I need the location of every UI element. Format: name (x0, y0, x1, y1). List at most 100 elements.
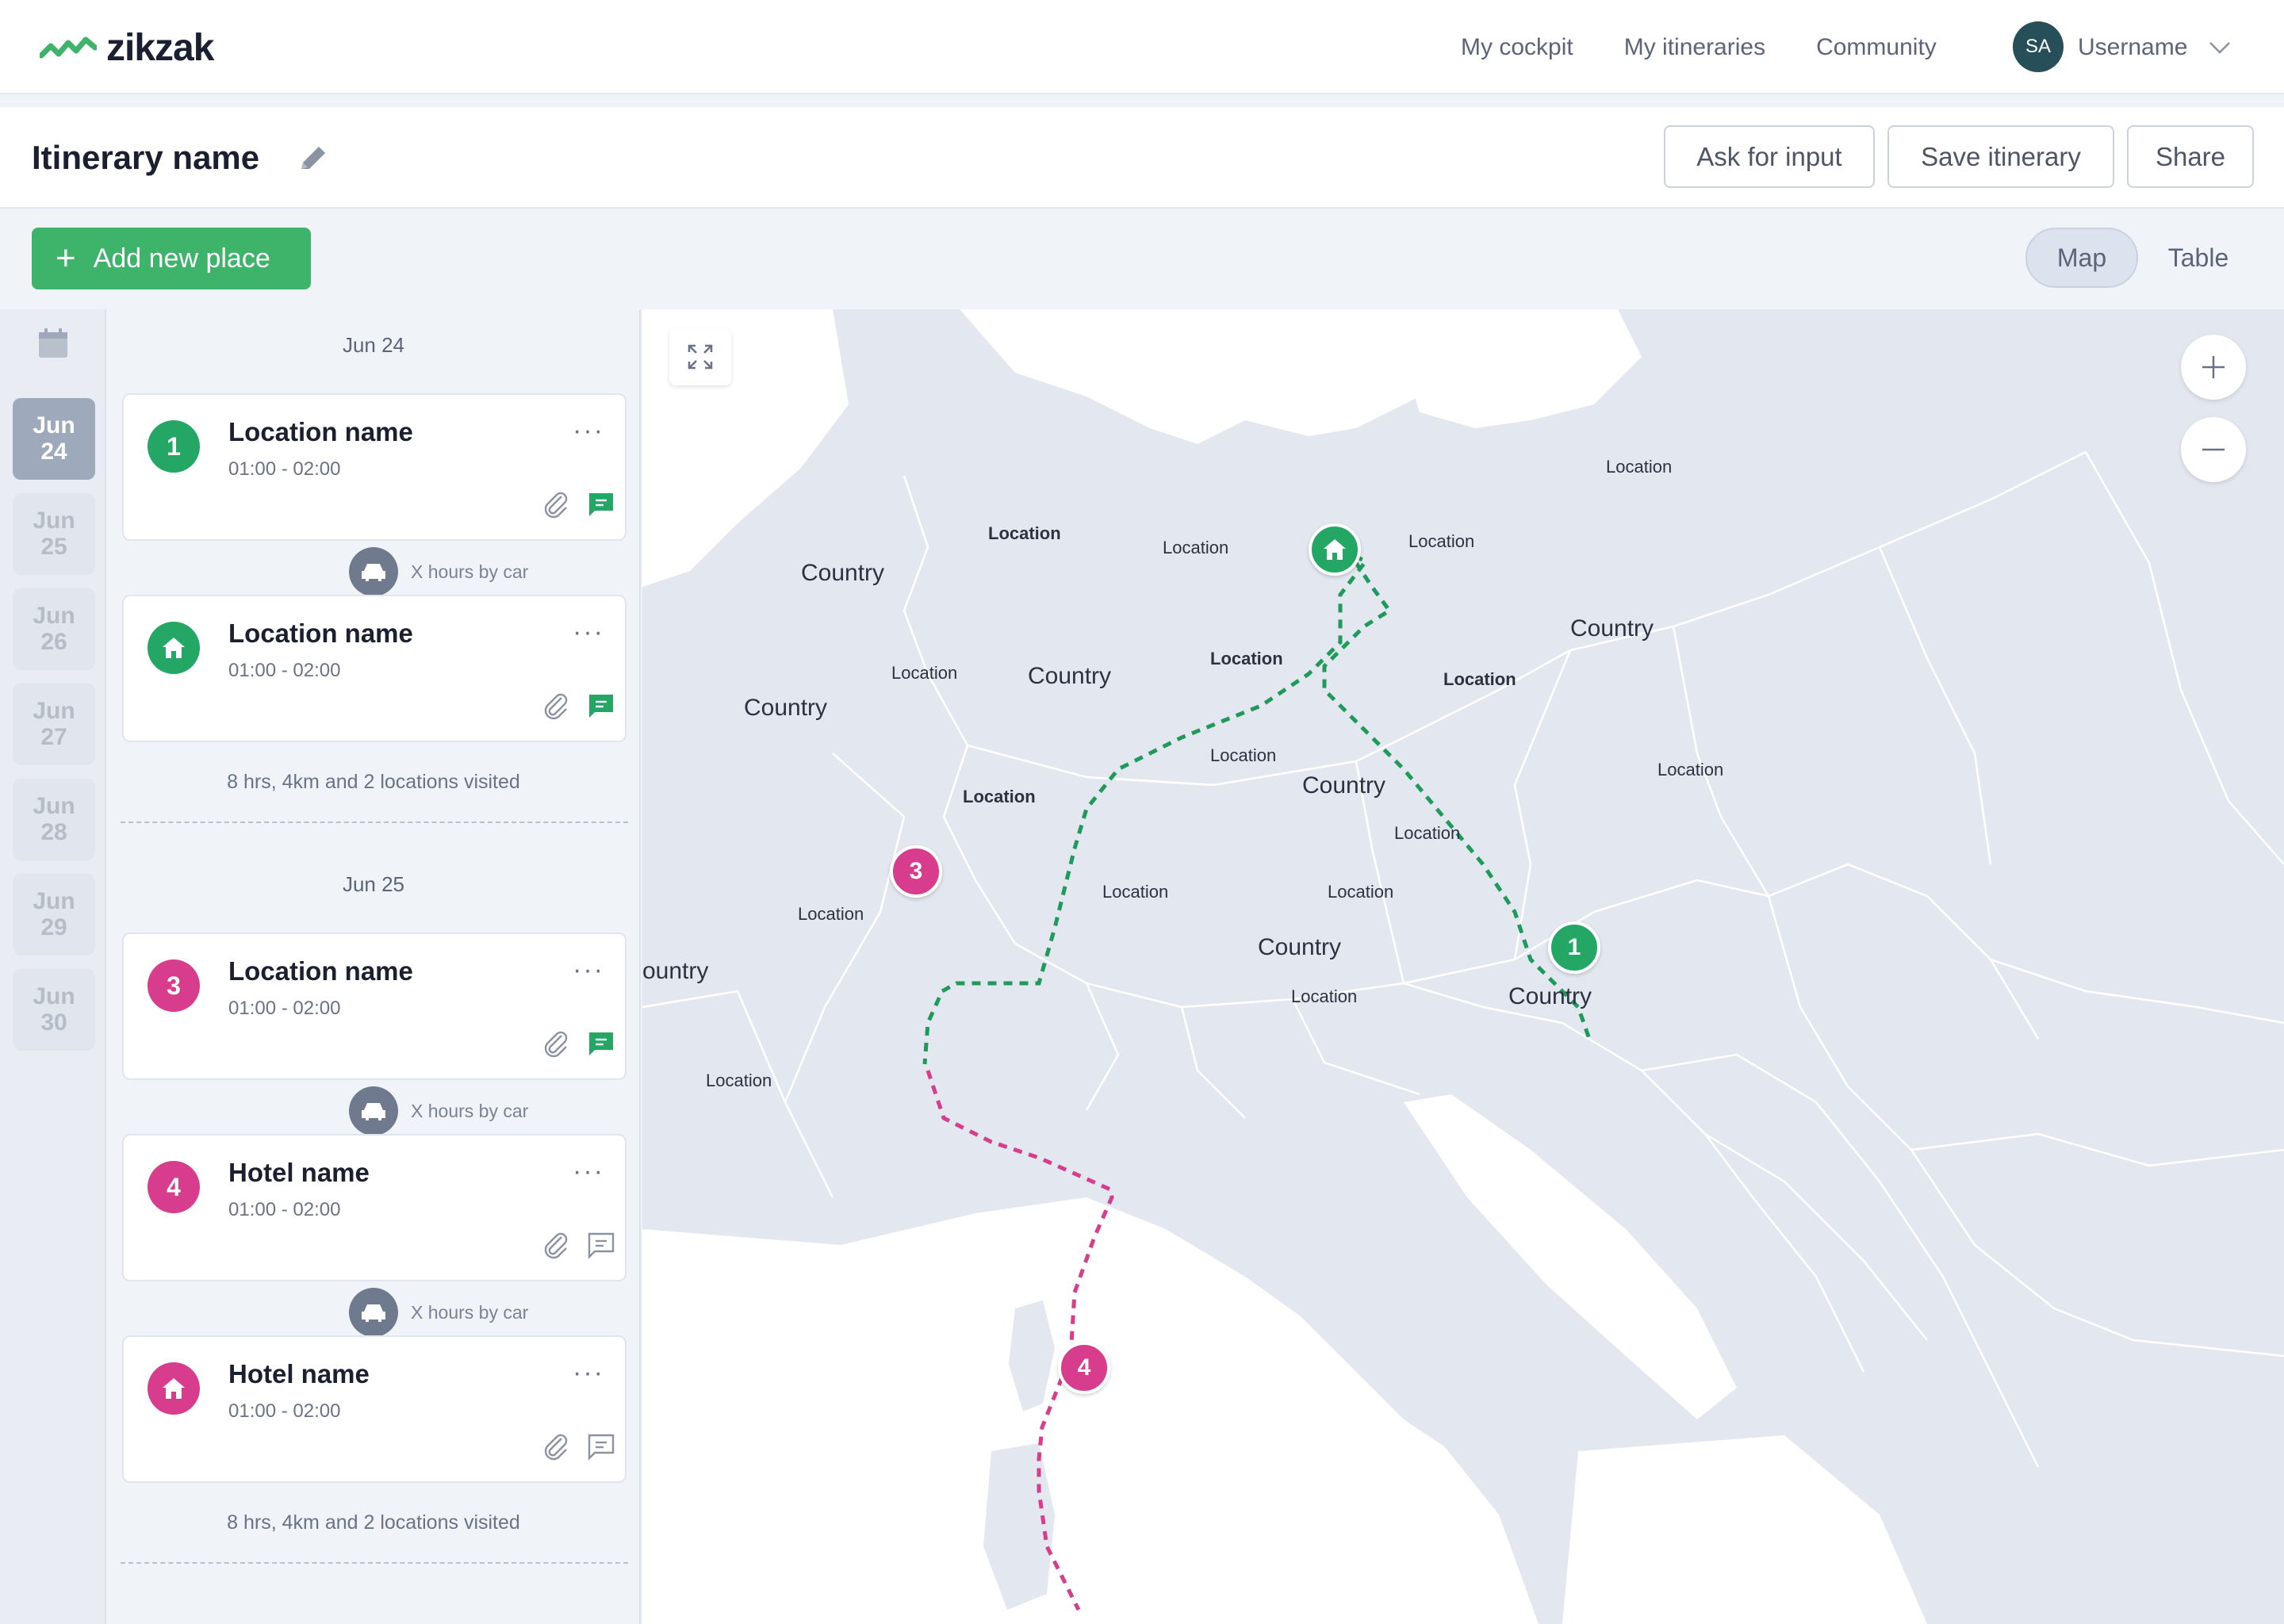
pencil-icon[interactable] (295, 140, 331, 177)
map-label-country[interactable]: Country (1258, 934, 1341, 961)
date-tab-month: Jun (33, 412, 75, 439)
travel-segment: X hours by car (349, 1086, 528, 1136)
map-label-location[interactable]: Location (1210, 745, 1276, 766)
map-label-location[interactable]: Location (1657, 760, 1723, 780)
map-label-location[interactable]: Location (1394, 823, 1460, 844)
place-card[interactable]: Hotel name 01:00 - 02:00 ··· (122, 1335, 627, 1483)
paperclip-icon[interactable] (541, 1028, 569, 1058)
place-card[interactable]: 3 Location name 01:00 - 02:00 ··· (122, 933, 627, 1080)
place-time: 01:00 - 02:00 (228, 1400, 341, 1422)
map-view[interactable]: Location Location Location Location Coun… (642, 309, 2284, 1624)
map-pin-1[interactable]: 1 (1548, 921, 1600, 974)
date-tab-jun-26[interactable]: Jun 26 (13, 588, 95, 670)
map-label-location[interactable]: Location (798, 904, 864, 925)
paperclip-icon[interactable] (541, 1229, 569, 1259)
place-badge: 4 (148, 1161, 200, 1213)
map-label-location[interactable]: Location (1328, 882, 1393, 902)
map-label-country[interactable]: Country (1302, 772, 1385, 799)
zoom-out-button[interactable] (2181, 417, 2246, 482)
nav-link-community[interactable]: Community (1816, 30, 1937, 65)
more-horizontal-icon[interactable]: ··· (573, 955, 604, 986)
message-icon[interactable] (587, 691, 615, 720)
more-horizontal-icon[interactable]: ··· (573, 416, 604, 446)
more-horizontal-icon[interactable]: ··· (573, 1156, 604, 1187)
home-icon (163, 638, 185, 658)
paperclip-icon[interactable] (541, 488, 569, 519)
travel-duration: X hours by car (411, 561, 529, 582)
map-pin-4[interactable]: 4 (1058, 1342, 1110, 1394)
home-icon (1324, 539, 1346, 560)
place-card[interactable]: Location name 01:00 - 02:00 ··· (122, 595, 627, 742)
date-tab-jun-30[interactable]: Jun 30 (13, 969, 95, 1051)
map-label-location[interactable]: Location (1102, 882, 1168, 902)
day-summary: 8 hrs, 4km and 2 locations visited (227, 771, 520, 793)
date-tab-jun-27[interactable]: Jun 27 (13, 684, 95, 765)
message-icon[interactable] (587, 1029, 615, 1058)
place-badge (148, 622, 200, 674)
zoom-in-button[interactable] (2181, 335, 2246, 400)
travel-mode (349, 1086, 398, 1136)
date-tab-jun-24[interactable]: Jun 24 (13, 398, 95, 480)
message-icon[interactable] (587, 490, 615, 519)
map-expand-button[interactable] (669, 328, 731, 385)
ask-for-input-button[interactable]: Ask for input (1664, 125, 1875, 188)
calendar-icon[interactable] (36, 327, 70, 360)
date-rail: Jun 24 Jun 25 Jun 26 Jun 27 Jun 28 Jun 29 Jun 30 (0, 309, 106, 1624)
map-label-country[interactable]: Country (1508, 983, 1592, 1010)
travel-segment: X hours by car (349, 1288, 528, 1337)
message-icon[interactable] (587, 1432, 615, 1461)
brand-logo[interactable]: zikzak (40, 27, 214, 69)
chevron-down-icon[interactable] (2208, 38, 2232, 57)
date-tab-day: 25 (40, 534, 67, 560)
view-toggle-table[interactable]: Table (2149, 228, 2248, 288)
map-pin-3[interactable]: 3 (890, 845, 942, 898)
map-label-location[interactable]: Location (1291, 986, 1357, 1007)
date-tab-jun-28[interactable]: Jun 28 (13, 779, 95, 860)
itinerary-title: Itinerary name (32, 139, 260, 176)
nav-links: My cockpit My itineraries Community (1461, 30, 1987, 65)
add-new-place-button[interactable]: + Add new place (32, 228, 311, 289)
map-label-location[interactable]: Location (706, 1071, 772, 1091)
nav-link-my-itineraries[interactable]: My itineraries (1624, 30, 1765, 65)
message-icon[interactable] (587, 1231, 615, 1259)
map-label-country[interactable]: ountry (642, 958, 708, 985)
date-tab-day: 27 (40, 724, 67, 750)
date-tab-day: 28 (40, 819, 67, 845)
place-card[interactable]: 1 Location name 01:00 - 02:00 ··· (122, 393, 627, 541)
nav-link-my-cockpit[interactable]: My cockpit (1461, 30, 1573, 65)
car-icon (362, 1304, 385, 1322)
day-header: Jun 24 (342, 333, 405, 357)
map-label-location[interactable]: Location (1606, 457, 1672, 477)
map-label-country[interactable]: Country (744, 695, 827, 722)
view-toggle-map[interactable]: Map (2025, 228, 2138, 288)
map-label-location[interactable]: Location (963, 787, 1036, 807)
itinerary-header: Itinerary name Ask for input Save itiner… (0, 107, 2284, 209)
map-label-location[interactable]: Location (891, 663, 957, 684)
more-horizontal-icon[interactable]: ··· (573, 617, 604, 648)
place-time: 01:00 - 02:00 (228, 660, 341, 681)
map-label-location[interactable]: Location (1210, 649, 1283, 669)
map-label-country[interactable]: Country (1570, 615, 1654, 642)
paperclip-icon[interactable] (541, 1431, 569, 1461)
date-tab-jun-25[interactable]: Jun 25 (13, 493, 95, 575)
save-itinerary-button[interactable]: Save itinerary (1887, 125, 2114, 188)
map-label-location[interactable]: Location (1443, 669, 1516, 690)
map-pin-home[interactable] (1309, 523, 1361, 576)
paperclip-icon[interactable] (541, 690, 569, 720)
map-label-location[interactable]: Location (1408, 531, 1474, 552)
more-horizontal-icon[interactable]: ··· (573, 1358, 604, 1388)
map-label-location[interactable]: Location (988, 523, 1061, 544)
day-divider (121, 822, 628, 823)
place-card[interactable]: 4 Hotel name 01:00 - 02:00 ··· (122, 1134, 627, 1281)
map-label-location[interactable]: Location (1163, 538, 1228, 558)
date-tab-day: 30 (40, 1009, 67, 1036)
itinerary-list: Jun 24 1 Location name 01:00 - 02:00 ··· X ho… (106, 309, 641, 1624)
zoom-in-icon (2202, 356, 2225, 378)
sea-baltic (1388, 309, 1642, 428)
avatar[interactable]: SA (2013, 21, 2064, 72)
username[interactable]: Username (2078, 30, 2187, 65)
map-label-country[interactable]: Country (801, 560, 884, 587)
map-label-country[interactable]: Country (1028, 663, 1111, 690)
share-button[interactable]: Share (2127, 125, 2254, 188)
date-tab-jun-29[interactable]: Jun 29 (13, 874, 95, 956)
